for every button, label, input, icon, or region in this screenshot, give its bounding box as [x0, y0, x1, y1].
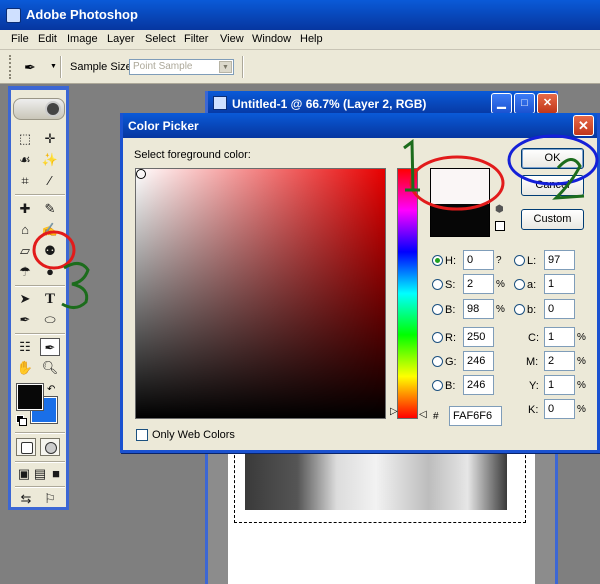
annotation-ellipse-bucket — [32, 230, 76, 270]
foreground-color-swatch[interactable] — [16, 383, 44, 411]
annotation-overlay — [32, 134, 599, 309]
annotation-number-one — [403, 139, 420, 192]
annotation-ellipse-new-color — [409, 155, 505, 211]
annotation-ellipse-ok — [507, 134, 599, 186]
annotation-number-three — [61, 262, 90, 309]
